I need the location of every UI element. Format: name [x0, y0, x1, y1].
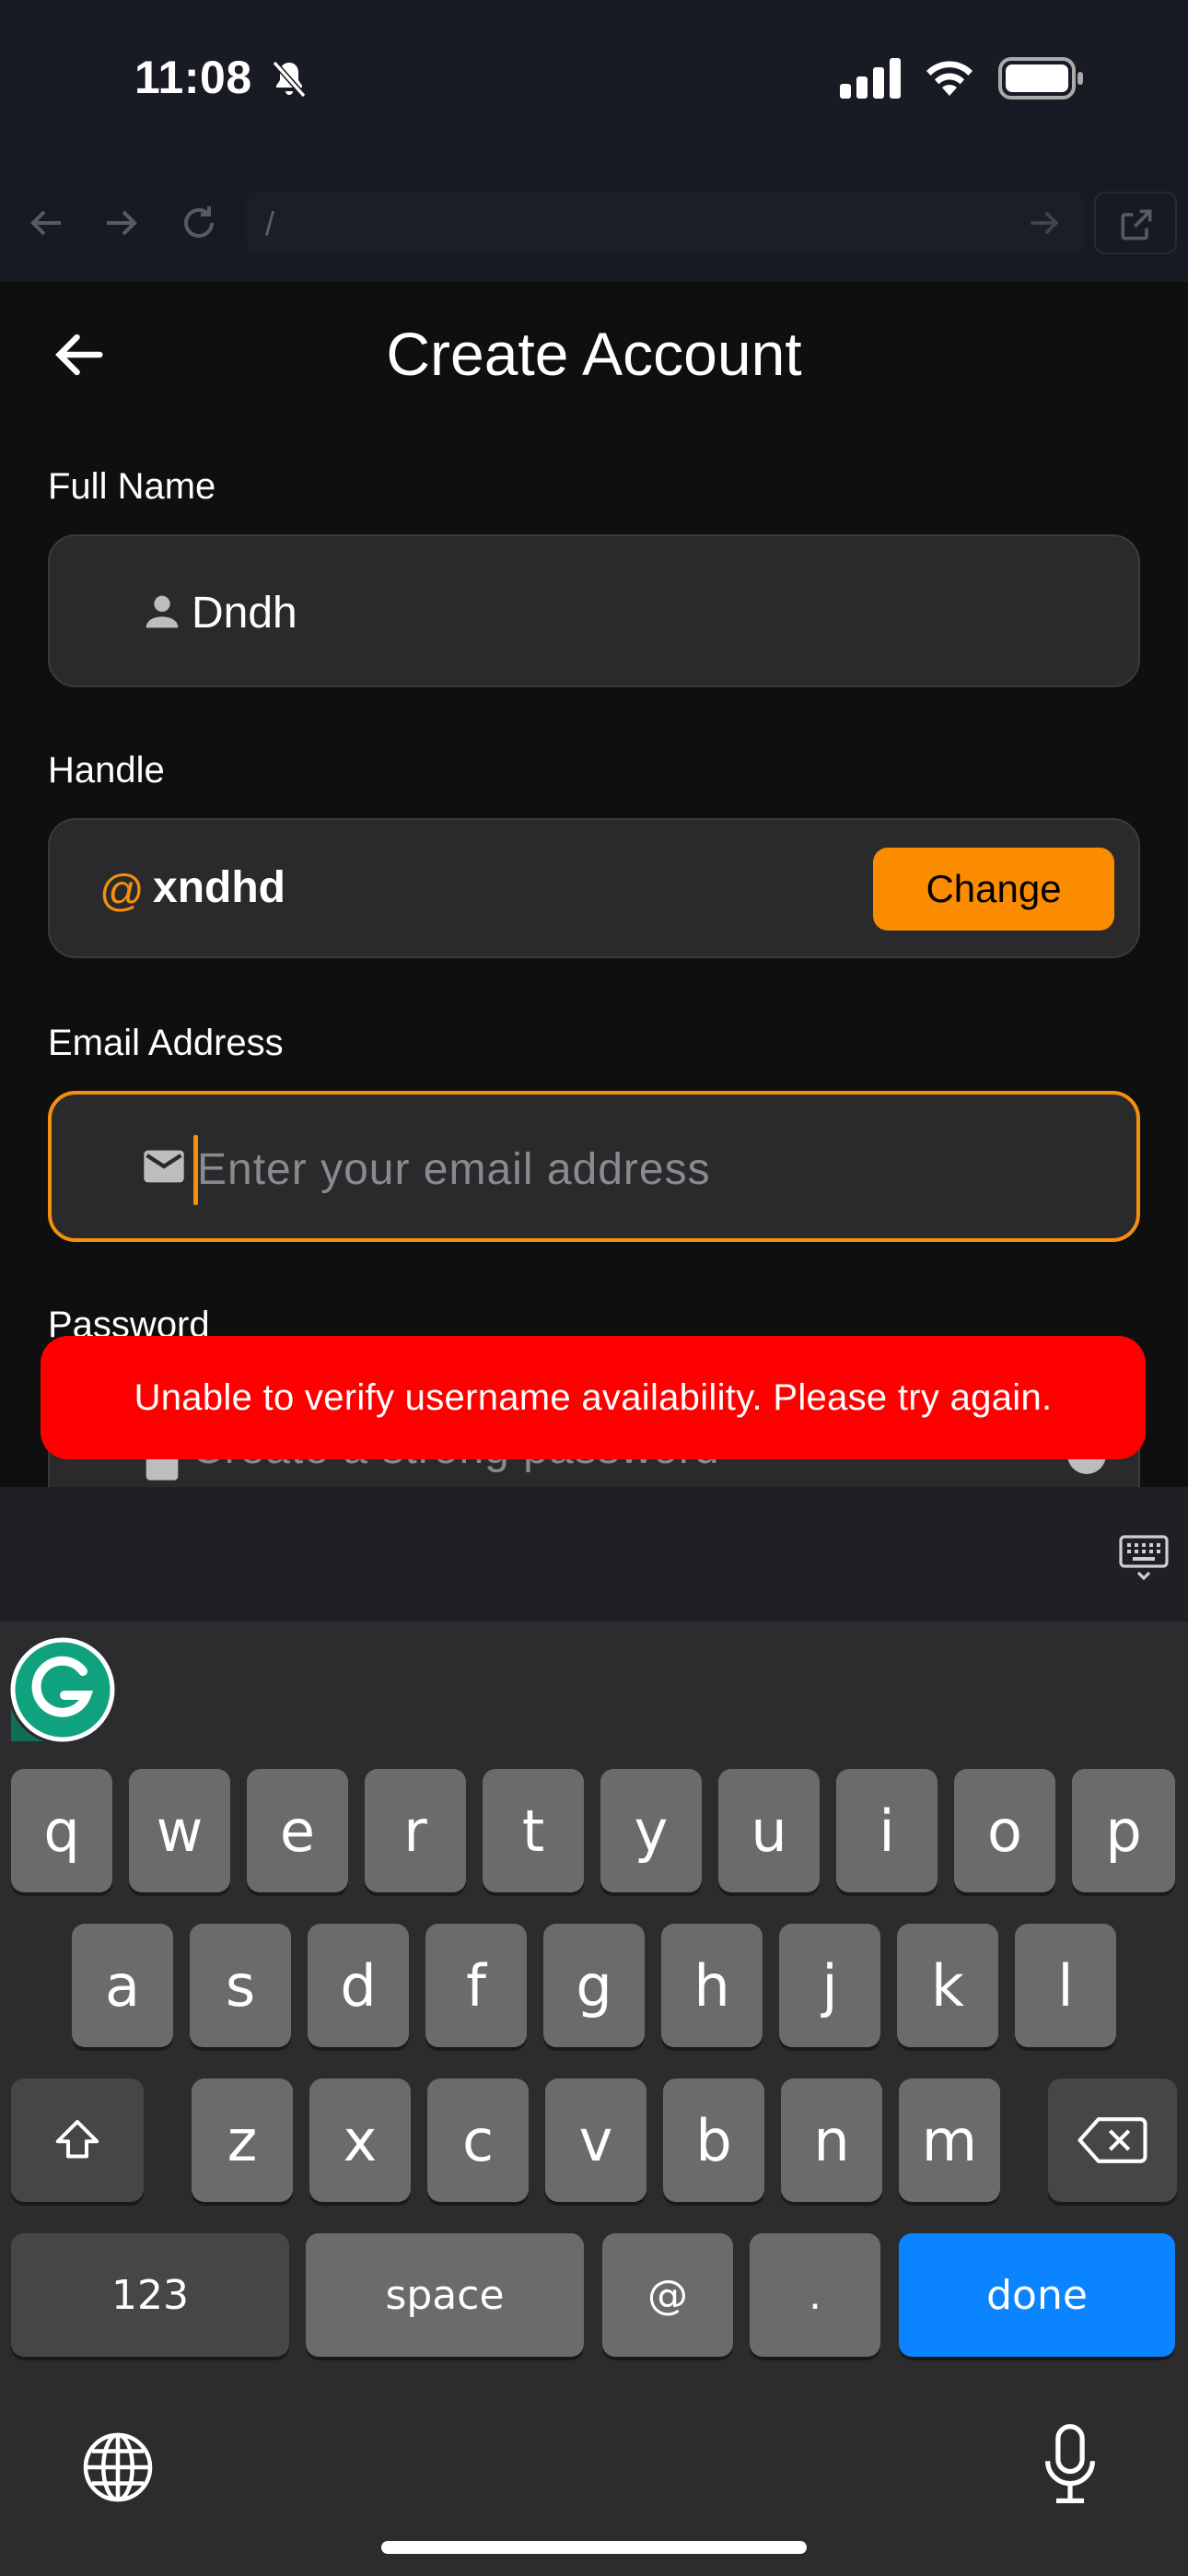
key-z[interactable]: z — [192, 2078, 293, 2202]
key-a[interactable]: a — [72, 1924, 173, 2047]
home-indicator — [381, 2541, 807, 2554]
at-key[interactable]: @ — [602, 2233, 733, 2357]
key-v[interactable]: v — [545, 2078, 646, 2202]
page-title: Create Account — [386, 320, 802, 388]
wifi-icon — [926, 61, 973, 96]
mail-icon — [144, 1150, 184, 1183]
email-field[interactable]: Enter your email address — [48, 1091, 1140, 1242]
key-c[interactable]: c — [427, 2078, 529, 2202]
url-text: / — [265, 205, 275, 242]
key-x[interactable]: x — [309, 2078, 411, 2202]
key-k[interactable]: k — [897, 1924, 998, 2047]
shift-key[interactable] — [11, 2078, 144, 2202]
browser-back-icon[interactable] — [24, 201, 68, 245]
key-n[interactable]: n — [781, 2078, 882, 2202]
status-bar: 11:08 — [0, 0, 1188, 164]
full-name-label: Full Name — [48, 466, 216, 507]
person-icon — [146, 595, 179, 628]
period-key[interactable]: . — [750, 2233, 880, 2357]
handle-field: @ xndhd Change — [48, 818, 1140, 958]
backspace-icon — [1077, 2117, 1147, 2163]
bell-muted-icon — [272, 60, 307, 99]
key-l[interactable]: l — [1015, 1924, 1116, 2047]
status-time: 11:08 — [134, 52, 252, 103]
browser-toolbar: / — [0, 164, 1188, 282]
key-u[interactable]: u — [718, 1769, 820, 1892]
key-d[interactable]: d — [308, 1924, 409, 2047]
globe-icon[interactable] — [79, 2429, 157, 2506]
key-m[interactable]: m — [899, 2078, 1000, 2202]
key-t[interactable]: t — [483, 1769, 584, 1892]
handle-prefix: @ — [99, 867, 145, 916]
space-key[interactable]: space — [306, 2233, 584, 2357]
open-external-icon — [1121, 209, 1152, 240]
key-o[interactable]: o — [954, 1769, 1055, 1892]
browser-forward-icon[interactable] — [99, 201, 144, 245]
go-arrow-icon[interactable] — [1024, 203, 1065, 243]
shift-icon — [55, 2120, 99, 2159]
key-w[interactable]: w — [129, 1769, 230, 1892]
url-field[interactable]: / — [247, 192, 1083, 254]
keyboard-dismiss-icon[interactable] — [1118, 1531, 1170, 1583]
handle-value: xndhd — [153, 863, 285, 912]
key-s[interactable]: s — [190, 1924, 291, 2047]
key-f[interactable]: f — [425, 1924, 527, 2047]
key-e[interactable]: e — [247, 1769, 348, 1892]
microphone-icon[interactable] — [1042, 2423, 1098, 2506]
full-name-field[interactable]: Dndh — [48, 534, 1140, 687]
cellular-signal-icon — [840, 58, 901, 99]
keyboard-accessory-bar — [0, 1487, 1188, 1622]
email-placeholder: Enter your email address — [197, 1145, 711, 1194]
error-toast: Unable to verify username availability. … — [41, 1336, 1146, 1459]
screen: 11:08 / Create Account Full Name Dndh Ha… — [0, 0, 1188, 2576]
key-p[interactable]: p — [1072, 1769, 1175, 1892]
key-i[interactable]: i — [836, 1769, 938, 1892]
full-name-value: Dndh — [192, 589, 297, 638]
handle-label: Handle — [48, 750, 165, 790]
grammarly-icon[interactable] — [7, 1634, 118, 1745]
open-external-button[interactable] — [1094, 192, 1177, 254]
key-r[interactable]: r — [365, 1769, 466, 1892]
reload-icon[interactable] — [177, 201, 221, 245]
key-j[interactable]: j — [779, 1924, 880, 2047]
key-b[interactable]: b — [663, 2078, 764, 2202]
key-h[interactable]: h — [661, 1924, 763, 2047]
numbers-key[interactable]: 123 — [11, 2233, 289, 2357]
keyboard: q w e r t y u i o p a s d f g h j k l z … — [0, 1622, 1188, 2576]
key-g[interactable]: g — [543, 1924, 645, 2047]
done-key[interactable]: done — [899, 2233, 1175, 2357]
key-y[interactable]: y — [600, 1769, 702, 1892]
email-label: Email Address — [48, 1023, 284, 1063]
change-handle-button[interactable]: Change — [873, 848, 1114, 931]
key-q[interactable]: q — [11, 1769, 112, 1892]
battery-icon — [998, 57, 1083, 100]
delete-key[interactable] — [1048, 2078, 1177, 2202]
